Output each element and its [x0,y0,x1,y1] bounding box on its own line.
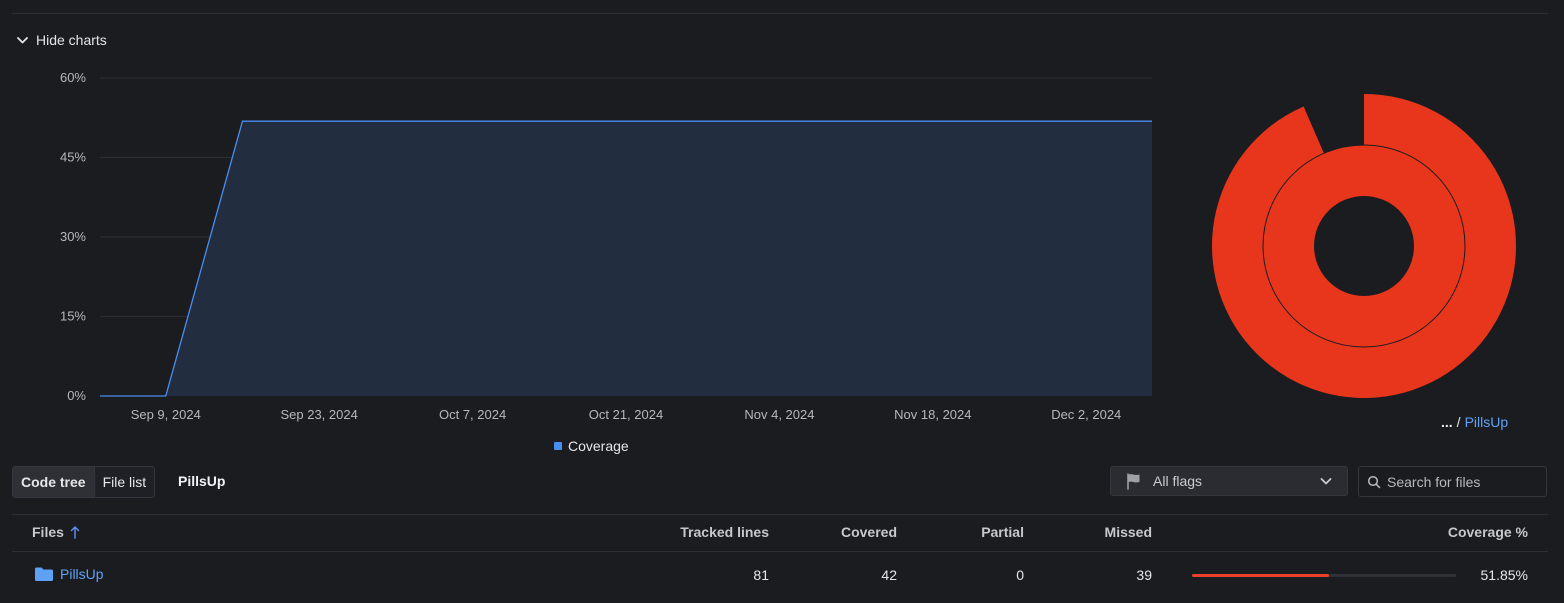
sunburst-center[interactable] [1314,196,1414,296]
coverage-area [100,121,1152,396]
table-divider [12,514,1548,515]
tracked-lines-header[interactable]: Tracked lines [680,524,769,540]
y-tick-label: 15% [60,309,86,324]
chevron-down-icon [17,36,28,43]
code-tree-button[interactable]: Code tree [13,467,94,497]
y-tick-label: 30% [60,229,86,244]
tracked-lines-cell: 81 [753,567,769,583]
sunburst-breadcrumb: ... / PillsUp [1441,414,1508,430]
top-divider [12,13,1548,14]
breadcrumb-ellipsis[interactable]: ... [1441,414,1453,430]
x-tick-label: Oct 21, 2024 [589,407,663,422]
partial-header[interactable]: Partial [981,524,1024,540]
flag-icon [1127,473,1140,490]
x-tick-label: Sep 9, 2024 [131,407,201,422]
search-icon [1367,475,1381,488]
files-column-header[interactable]: Files [32,524,80,540]
y-tick-label: 0% [67,388,86,403]
table-header-divider [12,551,1548,552]
coverage-header[interactable]: Coverage % [1448,524,1528,540]
coverage-percent-cell: 51.85% [1480,567,1528,583]
legend-label: Coverage [568,438,629,454]
sort-ascending-icon [70,526,80,539]
search-input[interactable] [1387,473,1537,490]
flags-select-label: All flags [1153,473,1203,489]
x-tick-label: Oct 7, 2024 [439,407,506,422]
file-list-button[interactable]: File list [93,467,155,497]
coverage-sunburst[interactable] [1200,82,1530,412]
y-tick-label: 60% [60,70,86,85]
x-tick-label: Sep 23, 2024 [280,407,357,422]
covered-cell: 42 [881,567,897,583]
y-tick-label: 45% [60,150,86,165]
breadcrumb-current[interactable]: PillsUp [1465,414,1509,430]
hide-charts-label: Hide charts [36,32,107,48]
missed-header[interactable]: Missed [1105,524,1152,540]
legend-swatch [554,442,562,450]
missed-cell: 39 [1136,567,1152,583]
coverage-progress-bar [1192,574,1456,577]
coverage-progress-fill [1192,574,1329,577]
search-box [1358,466,1547,497]
breadcrumb-separator: / [1456,414,1461,430]
covered-header[interactable]: Covered [841,524,897,540]
view-toggle: Code tree File list [12,466,156,498]
folder-name: PillsUp [60,566,104,582]
folder-icon [35,567,53,581]
partial-cell: 0 [1016,567,1024,583]
x-tick-label: Nov 4, 2024 [744,407,814,422]
flags-select[interactable]: All flags [1110,466,1348,496]
hide-charts-toggle[interactable]: Hide charts [16,32,107,48]
chart-legend: Coverage [554,438,629,454]
x-tick-label: Nov 18, 2024 [894,407,971,422]
files-header-label: Files [32,524,64,540]
chevron-down-icon [1320,478,1332,485]
coverage-area-chart: 0% 15% 30% 45% 60% Sep 9, 2024 Sep 23, 2024 Oc… [60,70,1152,422]
x-tick-label: Dec 2, 2024 [1051,407,1121,422]
current-directory: PillsUp [178,473,226,489]
table-row-folder-link[interactable]: PillsUp [34,566,104,582]
